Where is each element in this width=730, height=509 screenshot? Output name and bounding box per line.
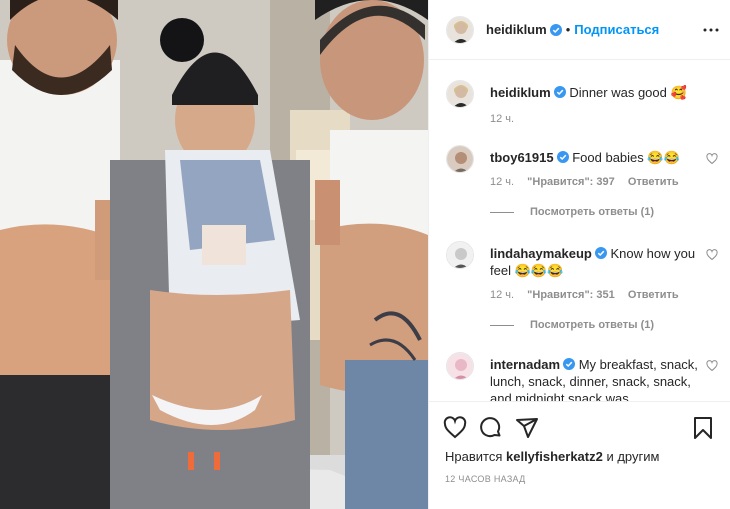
comment-username[interactable]: lindahaymakeup — [490, 246, 592, 261]
comment-avatar[interactable] — [446, 145, 474, 173]
comment-avatar[interactable] — [446, 241, 474, 269]
comment-text-row: internadam My breakfast, snack, lunch, s… — [490, 356, 700, 401]
comment-text: Food babies 😂😂 — [572, 150, 680, 165]
comment-username[interactable]: internadam — [490, 357, 560, 372]
verified-badge-icon — [556, 150, 569, 163]
caption-text-row: heidiklum Dinner was good 🥰 — [490, 84, 700, 101]
follow-button[interactable]: Подписаться — [574, 22, 659, 37]
caption-meta: 12 ч. — [490, 113, 524, 125]
replies-divider — [490, 211, 514, 213]
verified-badge-icon — [594, 246, 607, 259]
likes-user-link[interactable]: kellyfisherkatz2 — [506, 449, 603, 464]
author-avatar[interactable] — [446, 15, 474, 44]
comment-icon[interactable] — [479, 416, 503, 440]
post-header: heidiklum • Подписаться — [429, 0, 730, 60]
comment-item: lindahaymakeup Know how you feel 😂😂😂 12 … — [446, 241, 718, 336]
more-options-icon[interactable] — [703, 22, 719, 38]
comment-username[interactable]: tboy61915 — [490, 150, 554, 165]
header-separator: • — [565, 22, 571, 37]
comment-time[interactable]: 12 ч. — [490, 176, 514, 188]
comment-item: tboy61915 Food babies 😂😂 12 ч. "Нравится… — [446, 145, 718, 225]
share-icon[interactable] — [515, 416, 539, 440]
post-container: heidiklum • Подписаться heidiklum Dinner — [0, 0, 730, 509]
like-icon[interactable] — [443, 416, 467, 440]
comments-list[interactable]: heidiklum Dinner was good 🥰 12 ч. tboy61… — [429, 61, 730, 401]
comment-like-icon[interactable] — [706, 153, 718, 165]
verified-badge-icon — [553, 85, 566, 98]
caption-text: Dinner was good 🥰 — [569, 85, 687, 100]
comment-meta: 12 ч. "Нравится": 397 Ответить — [490, 176, 689, 188]
comment-text-row: lindahaymakeup Know how you feel 😂😂😂 — [490, 245, 700, 279]
reply-button[interactable]: Ответить — [628, 176, 679, 188]
comment-likes-count[interactable]: "Нравится": 397 — [527, 176, 615, 188]
caption: heidiklum Dinner was good 🥰 12 ч. — [446, 80, 718, 140]
comment-like-icon[interactable] — [706, 249, 718, 261]
comment-meta: 12 ч. "Нравится": 351 Ответить — [490, 289, 689, 301]
post-photo[interactable] — [0, 0, 428, 509]
caption-time[interactable]: 12 ч. — [490, 113, 514, 125]
action-icons — [443, 416, 539, 440]
verified-badge-icon — [563, 357, 576, 370]
caption-username[interactable]: heidiklum — [490, 85, 551, 100]
reply-button[interactable]: Ответить — [628, 289, 679, 301]
view-replies-label: Посмотреть ответы (1) — [530, 319, 655, 331]
likes-summary: Нравится kellyfisherkatz2 и другим — [445, 449, 659, 464]
replies-divider — [490, 324, 514, 326]
likes-prefix: Нравится — [445, 449, 503, 464]
likes-suffix[interactable]: и другим — [606, 449, 659, 464]
caption-avatar[interactable] — [446, 80, 474, 108]
comment-item: internadam My breakfast, snack, lunch, s… — [446, 352, 718, 401]
view-replies-button[interactable]: Посмотреть ответы (1) — [490, 319, 654, 331]
photo-illustration — [0, 0, 428, 509]
save-icon[interactable] — [691, 416, 715, 440]
comment-time[interactable]: 12 ч. — [490, 289, 514, 301]
view-replies-label: Посмотреть ответы (1) — [530, 206, 655, 218]
verified-badge-icon — [549, 23, 562, 36]
comment-text-row: tboy61915 Food babies 😂😂 — [490, 149, 700, 166]
post-actions: Нравится kellyfisherkatz2 и другим 12 ЧА… — [429, 401, 730, 509]
author-username[interactable]: heidiklum — [486, 22, 547, 37]
post-timestamp[interactable]: 12 ЧАСОВ НАЗАД — [445, 474, 526, 484]
post-side-panel: heidiklum • Подписаться heidiklum Dinner — [428, 0, 730, 509]
comment-like-icon[interactable] — [706, 360, 718, 372]
comment-likes-count[interactable]: "Нравится": 351 — [527, 289, 615, 301]
view-replies-button[interactable]: Посмотреть ответы (1) — [490, 206, 654, 218]
comment-avatar[interactable] — [446, 352, 474, 380]
